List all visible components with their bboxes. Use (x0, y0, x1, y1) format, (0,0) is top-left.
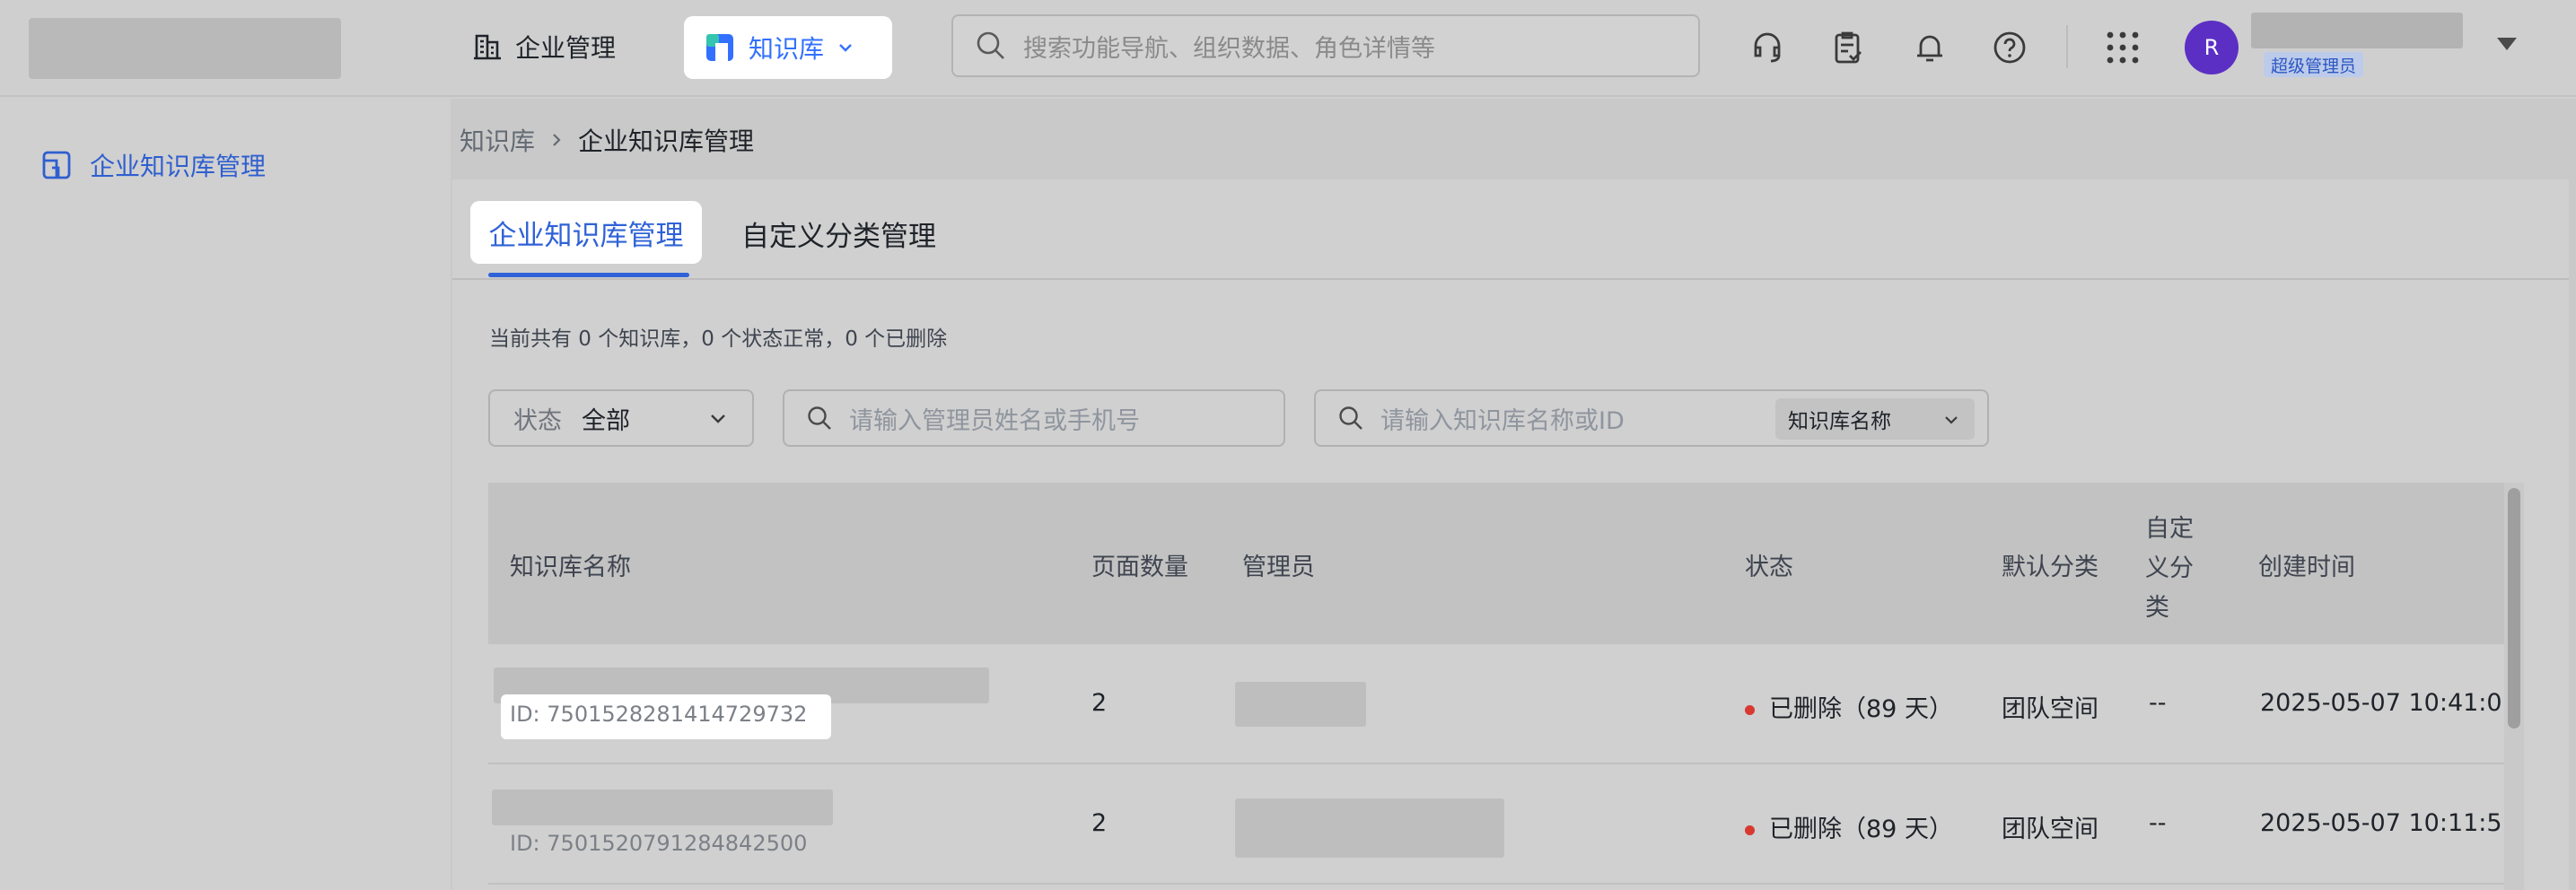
col-custom-category-line: 类 (2145, 594, 2169, 622)
table-row[interactable]: ID: 7501528281414729732 2 已删除（89 天） 团队空间… (488, 644, 2506, 764)
created-time: 2025-05-07 10:11:5 (2260, 809, 2502, 837)
custom-category: -- (2149, 689, 2167, 717)
tab-divider (452, 278, 2569, 280)
nav-kb-label: 知识库 (749, 34, 825, 64)
account-dropdown-icon[interactable] (2497, 38, 2517, 50)
building-icon (474, 34, 501, 60)
breadcrumb-current: 企业知识库管理 (578, 127, 755, 156)
bell-icon[interactable] (1909, 27, 1950, 68)
knowledge-base-icon (42, 151, 71, 179)
admin-name (1235, 798, 1504, 858)
col-custom-category-line: 自定 (2145, 515, 2194, 543)
custom-category: -- (2149, 809, 2167, 837)
role-badge: 超级管理员 (2264, 52, 2364, 77)
status-text: 已删除（89 天） (1769, 695, 1953, 723)
col-status: 状态 (1745, 554, 1793, 581)
tab-custom-category-management[interactable]: 自定义分类管理 (741, 214, 936, 254)
sidebar-item-label: 企业知识库管理 (90, 152, 267, 181)
nav-enterprise-management[interactable]: 企业管理 (472, 29, 616, 65)
nav-enterprise-label: 企业管理 (515, 33, 617, 63)
col-default-category: 默认分类 (2002, 554, 2098, 581)
breadcrumb: 知识库 企业知识库管理 (460, 122, 754, 158)
knowledge-base-logo-icon (706, 34, 733, 61)
search-icon (1339, 406, 1362, 430)
chevron-right-icon (553, 134, 561, 146)
col-kb-name: 知识库名称 (510, 554, 631, 581)
search-icon (808, 406, 831, 430)
col-page-count: 页面数量 (1091, 554, 1188, 581)
tab-enterprise-kb-management[interactable]: 企业知识库管理 (470, 201, 702, 264)
clipboard-check-icon[interactable] (1827, 27, 1869, 68)
col-custom-category-line: 义分 (2145, 554, 2194, 582)
kb-search-placeholder: 请输入知识库名称或ID (1380, 406, 1625, 435)
admin-name (1235, 682, 1366, 727)
kb-id: ID: 7501520791284842500 (510, 831, 808, 856)
user-name (2251, 13, 2463, 48)
kb-id: ID: 7501528281414729732 (510, 702, 808, 727)
global-search-input[interactable]: 搜索功能导航、组织数据、角色详情等 (951, 14, 1700, 77)
default-category: 团队空间 (2002, 695, 2098, 723)
kb-search-field-select[interactable]: 知识库名称 (1775, 398, 1975, 440)
search-icon (977, 31, 1004, 59)
table-row[interactable]: ID: 7501520791284842500 2 已删除（89 天） 团队空间… (488, 764, 2506, 885)
active-tab-indicator (488, 273, 689, 277)
admin-search-placeholder: 请输入管理员姓名或手机号 (849, 406, 1140, 435)
status-text: 已删除（89 天） (1769, 816, 1953, 843)
search-placeholder: 搜索功能导航、组织数据、角色详情等 (1023, 34, 1435, 63)
created-time: 2025-05-07 10:41:0 (2260, 689, 2502, 717)
status-deleted-dot (1745, 705, 1755, 715)
table-header: 知识库名称 页面数量 管理员 状态 默认分类 自定 义分 类 创建时间 (488, 483, 2506, 644)
kb-search-input[interactable]: 请输入知识库名称或ID 知识库名称 (1314, 389, 1989, 447)
logo[interactable] (29, 18, 341, 79)
admin-search-input[interactable]: 请输入管理员姓名或手机号 (783, 389, 1285, 447)
status-filter-label: 状态 (513, 406, 562, 435)
status-filter-value: 全部 (582, 406, 630, 435)
kb-search-field-value: 知识库名称 (1788, 410, 1891, 433)
col-admin: 管理员 (1242, 554, 1315, 581)
col-custom-category: 自定 义分 类 (2145, 510, 2194, 628)
chevron-down-icon (711, 414, 725, 423)
page-count: 2 (1091, 689, 1108, 717)
top-bar: 企业管理 知识库 搜索功能导航、组织数据、角色详情等 R 超级管理员 (0, 0, 2576, 97)
kb-table: 知识库名称 页面数量 管理员 状态 默认分类 自定 义分 类 创建时间 ID: … (488, 483, 2506, 890)
kb-name[interactable] (492, 790, 833, 825)
status-filter-select[interactable]: 状态 全部 (488, 389, 754, 447)
chevron-down-icon (839, 44, 852, 52)
chevron-down-icon (1945, 416, 1958, 424)
toolbar-divider (2066, 25, 2068, 68)
status-deleted-dot (1745, 825, 1755, 835)
scrollbar-thumb[interactable] (2508, 488, 2520, 729)
status-cell: 已删除（89 天） (1745, 689, 1953, 724)
page-count: 2 (1091, 809, 1108, 837)
sidebar: 企业知识库管理 (0, 99, 451, 890)
nav-knowledge-base[interactable]: 知识库 (684, 16, 892, 79)
avatar[interactable]: R (2185, 21, 2239, 74)
breadcrumb-root[interactable]: 知识库 (460, 122, 535, 158)
status-cell: 已删除（89 天） (1745, 809, 1953, 844)
default-category: 团队空间 (2002, 816, 2098, 843)
app-grid-icon[interactable] (2102, 27, 2143, 68)
summary-text: 当前共有 0 个知识库，0 个状态正常，0 个已删除 (489, 327, 948, 351)
headset-support-icon[interactable] (1747, 27, 1788, 68)
help-icon[interactable] (1989, 27, 2030, 68)
sidebar-item-enterprise-kb[interactable]: 企业知识库管理 (41, 147, 266, 183)
col-created-time: 创建时间 (2258, 554, 2355, 581)
